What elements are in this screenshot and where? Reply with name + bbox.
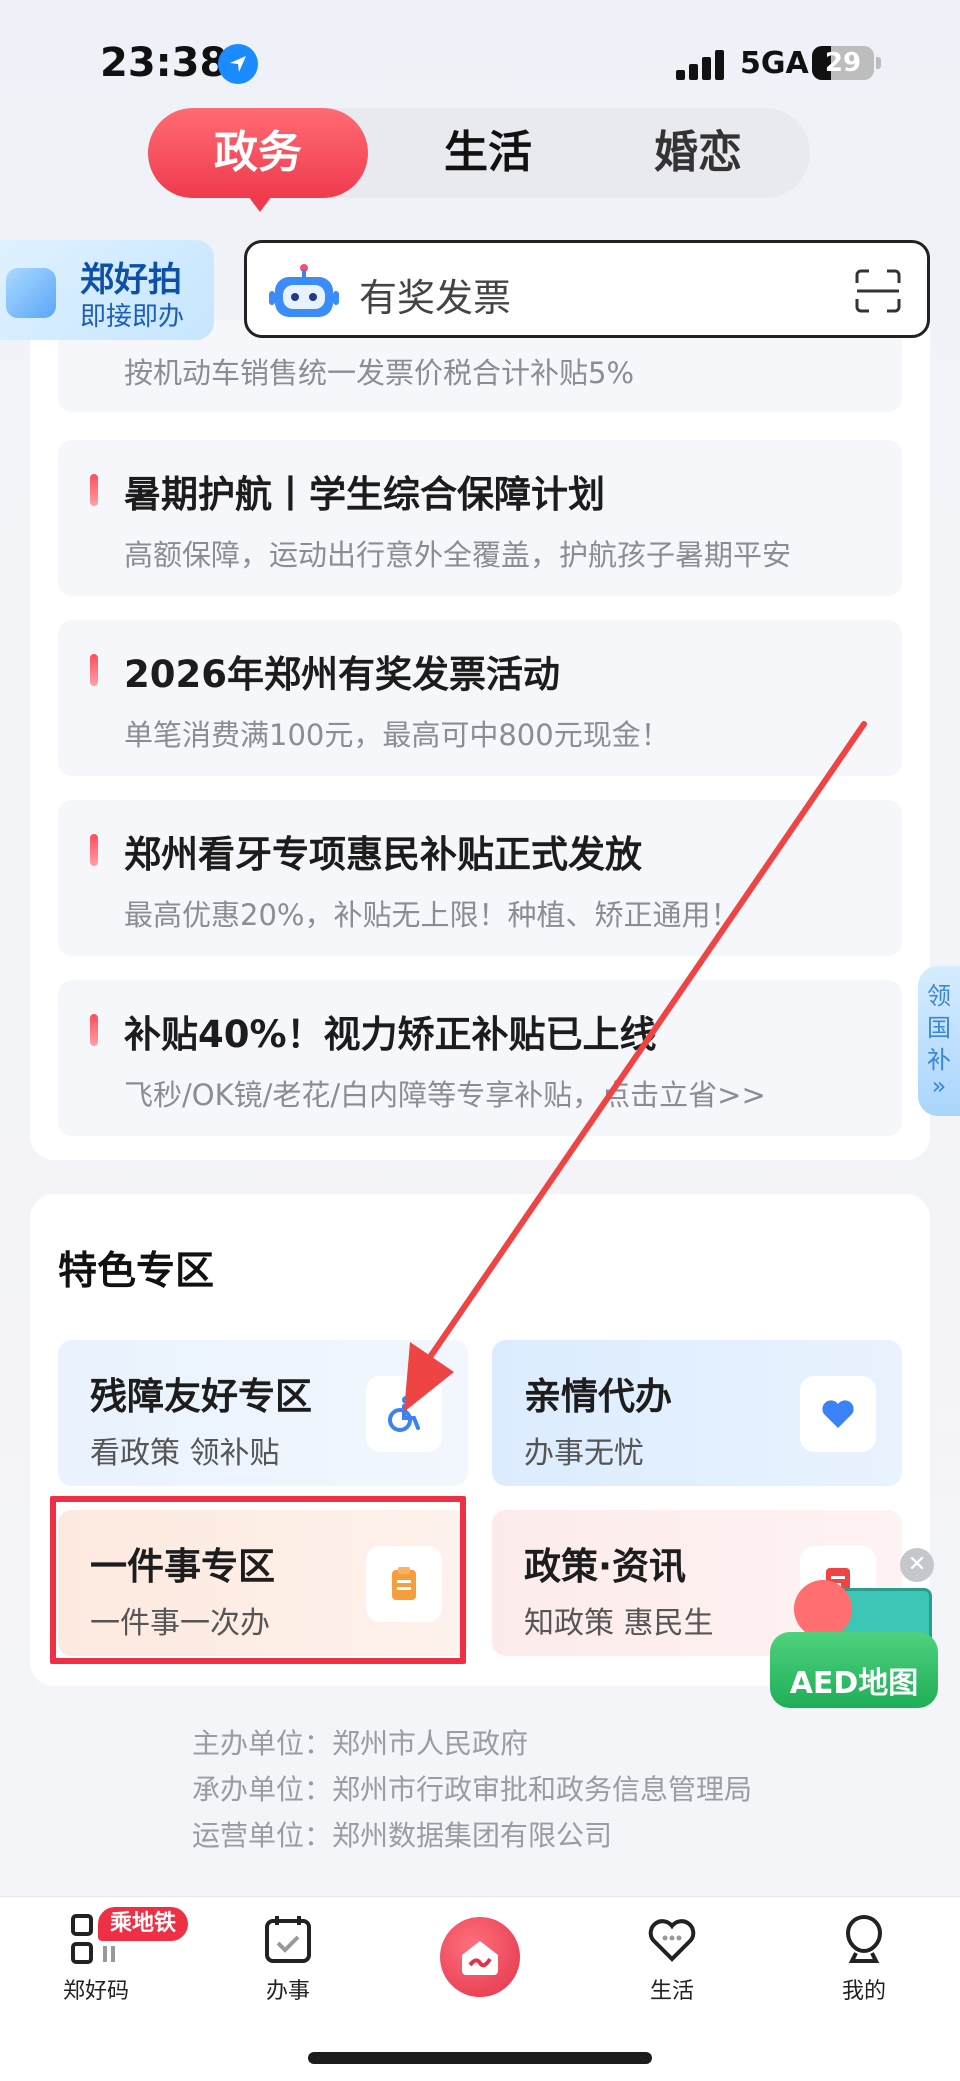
list-item-title: 暑期护航丨学生综合保障计划 <box>124 473 605 516</box>
aed-map-float[interactable]: AED地图 <box>770 1567 938 1710</box>
battery-icon: 29 <box>812 46 874 80</box>
aed-label: AED地图 <box>789 1666 919 1701</box>
tile-disability-friendly[interactable]: 残障友好专区 看政策 领补贴 <box>58 1340 468 1486</box>
network-label: 5GA <box>740 46 809 81</box>
list-item-title: 2026年郑州有奖发票活动 <box>124 653 560 696</box>
footer-sponsor: 主办单位：郑州市人民政府 <box>192 1727 529 1760</box>
nav-label: 办事 <box>265 1979 310 2004</box>
home-center-button[interactable] <box>440 1917 520 1997</box>
home-indicator <box>308 2052 652 2064</box>
tile-title: 残障友好专区 <box>90 1375 312 1418</box>
footer-info: 主办单位：郑州市人民政府 承办单位：郑州市行政审批和政务信息管理局 运营单位：郑… <box>192 1722 752 1860</box>
list-item[interactable]: 郑州看牙专项惠民补贴正式发放 最高优惠20%，补贴无上限！种植、矫正通用！ <box>58 800 902 956</box>
tile-title: 亲情代办 <box>524 1375 672 1418</box>
metro-badge[interactable]: 乘地铁 <box>98 1907 189 1941</box>
top-tab-bar: 政务 生活 婚恋 <box>148 108 810 212</box>
accent-bar <box>90 474 98 506</box>
side-tab-char: 国 <box>927 1014 951 1042</box>
side-tab-char: » <box>931 1072 947 1100</box>
tab-life[interactable]: 生活 <box>398 108 578 198</box>
location-arrow-icon <box>218 44 258 84</box>
accent-bar <box>90 834 98 866</box>
brand-name: 郑好拍 <box>80 260 182 300</box>
nav-life[interactable]: 生活 <box>612 1913 732 2005</box>
heart-icon <box>800 1376 876 1452</box>
list-item-sub: 飞秒/OK镜/老花/白内障等专享补贴，点击立省>> <box>124 1078 766 1112</box>
nav-label: 生活 <box>649 1979 694 2004</box>
footer-organizer: 承办单位：郑州市行政审批和政务信息管理局 <box>192 1773 753 1806</box>
user-icon <box>838 1913 890 1965</box>
status-bar: 23:38 5GA 29 <box>0 0 960 120</box>
side-tab-char: 领 <box>927 982 951 1010</box>
list-item[interactable]: 暑期护航丨学生综合保障计划 高额保障，运动出行意外全覆盖，护航孩子暑期平安 <box>58 440 902 596</box>
list-item[interactable]: 2026年郑州有奖发票活动 单笔消费满100元，最高可中800元现金！ <box>58 620 902 776</box>
calendar-check-icon <box>262 1913 314 1965</box>
brand-shortcut[interactable]: 郑好拍 即接即办 <box>0 240 214 340</box>
tile-sub: 办事无忧 <box>524 1436 644 1471</box>
brand-slogan: 即接即办 <box>80 302 185 332</box>
list-item-sub: 按机动车销售统一发票价税合计补贴5% <box>124 356 635 390</box>
list-item-sub: 最高优惠20%，补贴无上限！种植、矫正通用！ <box>124 898 740 932</box>
side-float-tab[interactable]: 领 国 补 » <box>918 966 960 1116</box>
search-placeholder: 有奖发票 <box>359 276 512 320</box>
heart-chat-icon <box>646 1913 698 1965</box>
list-item-title: 补贴40%！视力矫正补贴已上线 <box>124 1013 657 1056</box>
nav-label: 我的 <box>841 1979 886 2004</box>
scan-icon[interactable] <box>855 269 901 313</box>
side-tab-char: 补 <box>927 1046 951 1074</box>
news-list-card: 按机动车销售统一发票价税合计补贴5% 暑期护航丨学生综合保障计划 高额保障，运动… <box>30 320 930 1160</box>
list-item-sub: 单笔消费满100元，最高可中800元现金！ <box>124 718 670 752</box>
wheelchair-icon <box>366 1376 442 1452</box>
accent-bar <box>90 1014 98 1046</box>
nav-profile[interactable]: 我的 <box>804 1913 924 2005</box>
special-zone-title: 特色专区 <box>58 1249 215 1294</box>
tab-government[interactable]: 政务 <box>148 108 368 212</box>
list-item[interactable]: 补贴40%！视力矫正补贴已上线 飞秒/OK镜/老花/白内障等专享补贴，点击立省>… <box>58 980 902 1136</box>
list-item-title: 郑州看牙专项惠民补贴正式发放 <box>124 833 642 876</box>
battery-level: 29 <box>824 48 862 78</box>
status-time: 23:38 <box>100 40 228 86</box>
nav-services[interactable]: 办事 <box>228 1913 348 2005</box>
list-item-sub: 高额保障，运动出行意外全覆盖，护航孩子暑期平安 <box>124 538 792 572</box>
nav-label: 郑好码 <box>62 1979 129 2004</box>
tile-sub: 知政策 惠民生 <box>524 1606 714 1641</box>
robot-assistant-icon <box>269 264 339 317</box>
tab-dating[interactable]: 婚恋 <box>608 108 788 198</box>
tile-title: 政策·资讯 <box>524 1545 687 1588</box>
signal-icon <box>676 50 726 80</box>
search-bar[interactable]: 有奖发票 <box>244 240 930 338</box>
camera-icon <box>6 268 56 318</box>
accent-bar <box>90 654 98 686</box>
battery-tip <box>876 57 881 69</box>
tile-family-proxy[interactable]: 亲情代办 办事无忧 <box>492 1340 902 1486</box>
highlight-box <box>50 1496 466 1664</box>
tile-sub: 看政策 领补贴 <box>90 1436 280 1471</box>
close-icon[interactable]: ✕ <box>900 1548 934 1582</box>
footer-operator: 运营单位：郑州数据集团有限公司 <box>192 1819 613 1852</box>
